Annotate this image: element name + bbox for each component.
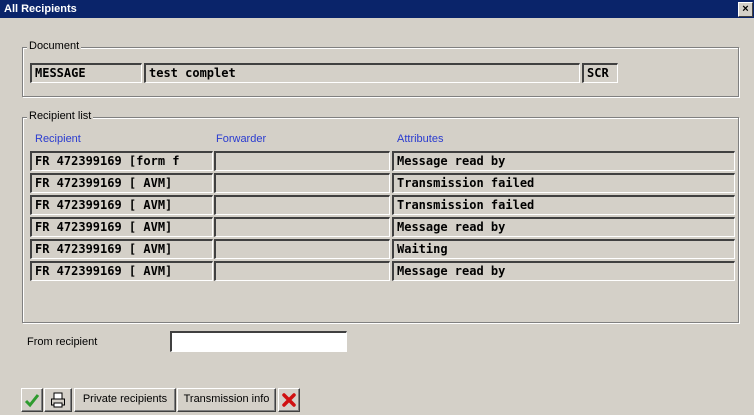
column-header-recipient: Recipient xyxy=(35,133,81,145)
column-header-forwarder: Forwarder xyxy=(216,133,267,145)
recipient-cell: FR 472399169 [ AVM] xyxy=(30,195,213,215)
recipient-list-label: Recipient list xyxy=(27,110,94,122)
print-button[interactable] xyxy=(44,388,72,412)
private-recipients-button[interactable]: Private recipients xyxy=(74,388,176,412)
recipient-cell: FR 472399169 [ AVM] xyxy=(30,239,213,259)
forwarder-cell xyxy=(214,261,390,281)
attributes-cell: Transmission failed xyxy=(392,173,735,193)
attributes-cell: Message read by xyxy=(392,151,735,171)
attributes-cell: Message read by xyxy=(392,217,735,237)
printer-icon xyxy=(51,392,65,408)
recipient-cell: FR 472399169 [ AVM] xyxy=(30,217,213,237)
recipient-list-group: Recipient list Recipient Forwarder Attri… xyxy=(22,110,739,323)
transmission-info-button[interactable]: Transmission info xyxy=(177,388,276,412)
attributes-cell: Message read by xyxy=(392,261,735,281)
checkmark-icon xyxy=(24,394,40,408)
cancel-button[interactable] xyxy=(278,388,300,412)
table-row[interactable]: FR 472399169 [ AVM] Waiting xyxy=(23,239,738,261)
table-row[interactable]: FR 472399169 [ AVM] Message read by xyxy=(23,217,738,239)
document-group: Document MESSAGE test complet SCR xyxy=(22,40,739,97)
table-row[interactable]: FR 472399169 [form f Message read by xyxy=(23,151,738,173)
document-group-label: Document xyxy=(27,40,82,52)
document-subject-field: test complet xyxy=(144,63,580,83)
table-row[interactable]: FR 472399169 [ AVM] Transmission failed xyxy=(23,195,738,217)
forwarder-cell xyxy=(214,195,390,215)
recipient-cell: FR 472399169 [ AVM] xyxy=(30,261,213,281)
column-header-attributes: Attributes xyxy=(397,133,444,145)
confirm-button[interactable] xyxy=(21,388,43,412)
forwarder-cell xyxy=(214,173,390,193)
title-bar: All Recipients × xyxy=(0,0,754,18)
recipient-cell: FR 472399169 [form f xyxy=(30,151,213,171)
forwarder-cell xyxy=(214,217,390,237)
attributes-cell: Transmission failed xyxy=(392,195,735,215)
document-code-field: SCR xyxy=(582,63,618,83)
red-x-icon xyxy=(282,393,296,407)
recipient-cell: FR 472399169 [ AVM] xyxy=(30,173,213,193)
from-recipient-input[interactable] xyxy=(170,331,347,352)
forwarder-cell xyxy=(214,151,390,171)
close-icon[interactable]: × xyxy=(738,2,753,17)
table-row[interactable]: FR 472399169 [ AVM] Transmission failed xyxy=(23,173,738,195)
forwarder-cell xyxy=(214,239,390,259)
table-row[interactable]: FR 472399169 [ AVM] Message read by xyxy=(23,261,738,283)
window-title: All Recipients xyxy=(4,3,77,15)
from-recipient-label: From recipient xyxy=(27,336,98,348)
attributes-cell: Waiting xyxy=(392,239,735,259)
document-type-field: MESSAGE xyxy=(30,63,142,83)
